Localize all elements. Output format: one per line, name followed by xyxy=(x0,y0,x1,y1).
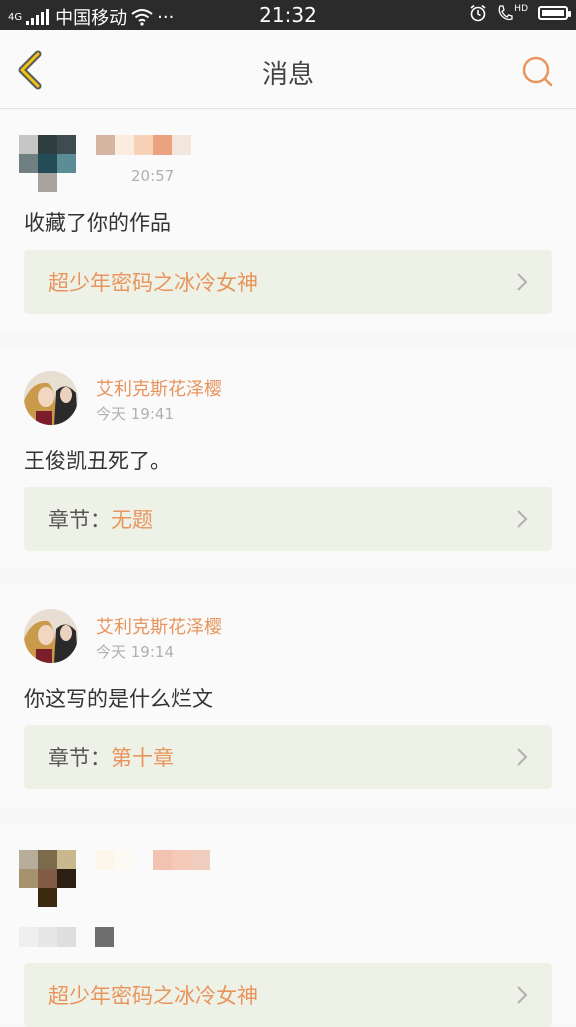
message-card: 艾利克斯花泽樱 今天 19:41 王俊凯丑死了。 章节：无题 xyxy=(0,347,576,569)
search-icon[interactable] xyxy=(520,54,556,90)
reference-title: 超少年密码之冰冷女神 xyxy=(48,271,258,295)
work-reference[interactable]: 超少年密码之冰冷女神 xyxy=(24,963,552,1027)
chevron-right-icon xyxy=(517,986,528,1004)
username-pixelated[interactable] xyxy=(96,850,210,870)
avatar-image xyxy=(24,371,78,425)
nav-bar: 消息 xyxy=(0,30,576,109)
page-title: 消息 xyxy=(261,60,314,90)
phone-icon xyxy=(498,5,513,21)
message-time: 20:57 xyxy=(131,167,175,185)
reference-title: 第十章 xyxy=(111,746,174,770)
alarm-icon xyxy=(470,4,486,22)
reference-title: 超少年密码之冰冷女神 xyxy=(48,984,258,1008)
message-time: 今天 19:14 xyxy=(96,643,174,661)
message-card: 20:57 收藏了你的作品 超少年密码之冰冷女神 xyxy=(0,109,576,331)
reference-text: 超少年密码之冰冷女神 xyxy=(48,980,258,1010)
chapter-reference[interactable]: 章节：第十章 xyxy=(24,725,552,789)
avatar[interactable] xyxy=(24,609,78,663)
reference-title: 无题 xyxy=(111,508,153,532)
message-time: 今天 19:41 xyxy=(96,405,174,423)
reference-label: 章节： xyxy=(48,746,111,770)
chevron-right-icon xyxy=(517,510,528,528)
chevron-right-icon xyxy=(517,273,528,291)
avatar-pixelated[interactable] xyxy=(19,850,76,907)
chevron-right-icon xyxy=(517,748,528,766)
message-card: 超少年密码之冰冷女神 xyxy=(0,823,576,1027)
message-content: 你这写的是什么烂文 xyxy=(24,687,213,711)
avatar-image xyxy=(24,609,78,663)
reference-text: 章节：无题 xyxy=(48,504,153,534)
hd-label: HD xyxy=(514,4,528,14)
username-pixelated[interactable] xyxy=(96,135,191,155)
message-content: 王俊凯丑死了。 xyxy=(24,449,171,473)
battery-icon xyxy=(538,6,571,20)
hd-call-indicator: HD xyxy=(497,4,528,22)
message-card: 艾利克斯花泽樱 今天 19:14 你这写的是什么烂文 章节：第十章 xyxy=(0,585,576,807)
work-reference[interactable]: 超少年密码之冰冷女神 xyxy=(24,250,552,314)
username[interactable]: 艾利克斯花泽樱 xyxy=(96,613,222,639)
chapter-reference[interactable]: 章节：无题 xyxy=(24,487,552,551)
content-pixelated xyxy=(19,927,114,947)
status-bar: 4G 中国移动 ··· 21:32 HD xyxy=(0,0,576,30)
message-content: 收藏了你的作品 xyxy=(24,211,171,235)
reference-text: 章节：第十章 xyxy=(48,742,174,772)
username[interactable]: 艾利克斯花泽樱 xyxy=(96,375,222,401)
reference-text: 超少年密码之冰冷女神 xyxy=(48,267,258,297)
avatar[interactable] xyxy=(24,371,78,425)
status-right: HD xyxy=(469,4,571,22)
avatar-pixelated[interactable] xyxy=(19,135,76,192)
reference-label: 章节： xyxy=(48,508,111,532)
